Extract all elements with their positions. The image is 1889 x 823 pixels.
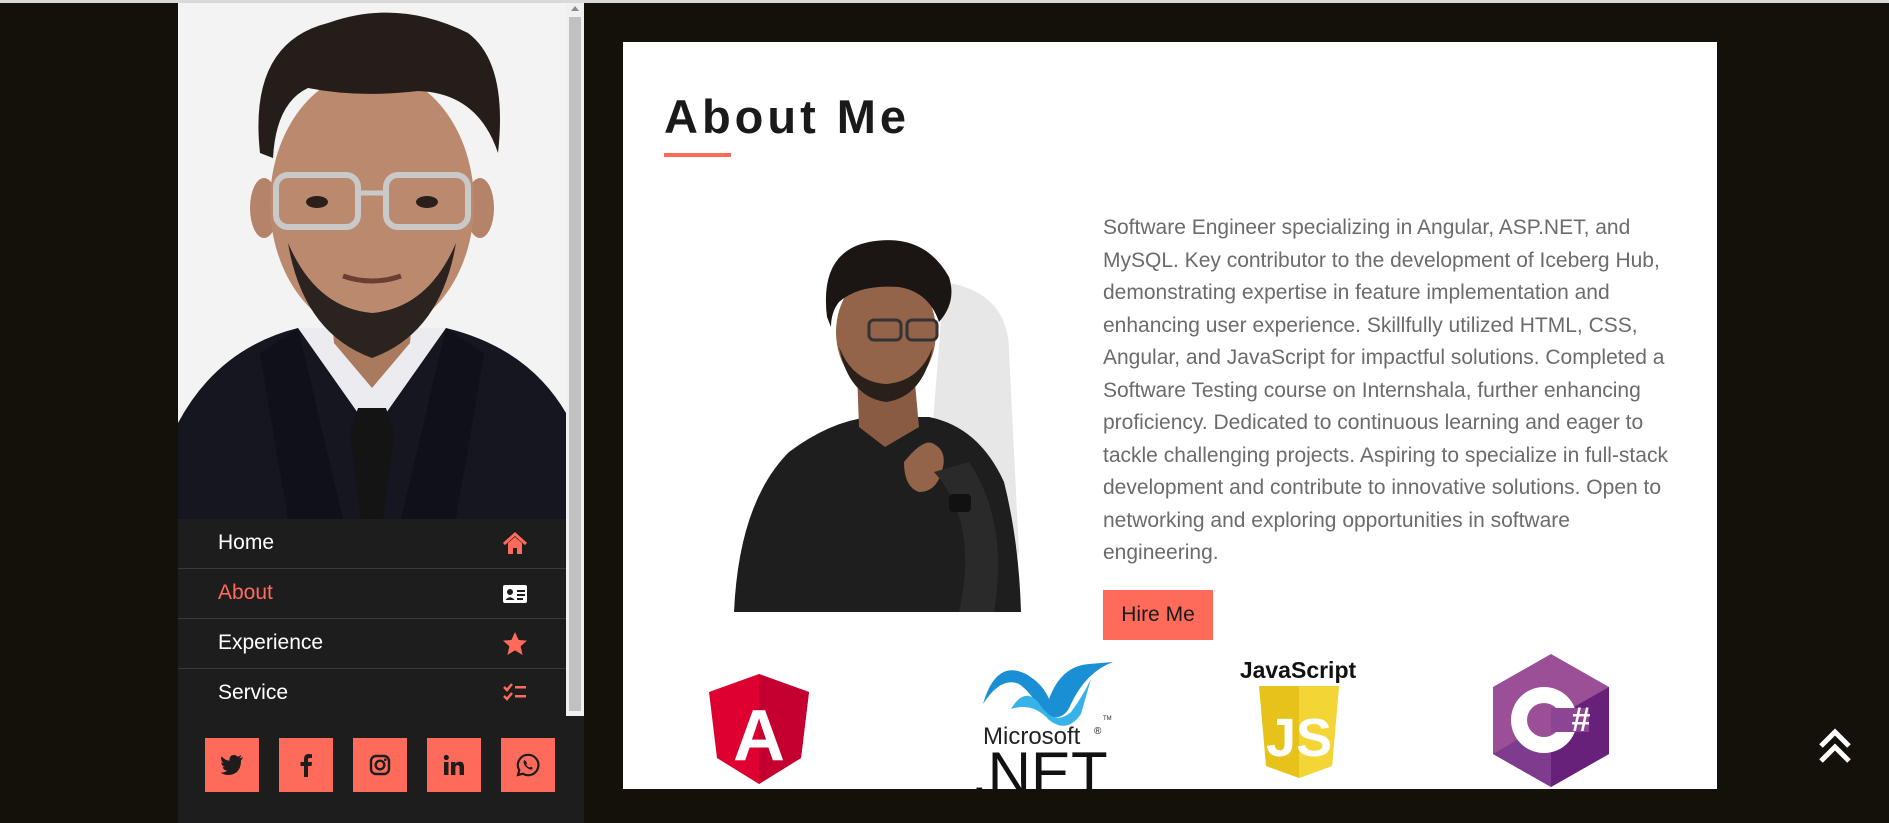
linkedin-button[interactable] <box>427 738 481 792</box>
csharp-icon: C # <box>1493 652 1609 787</box>
about-section: About Me Software Engineer specializing … <box>623 42 1717 789</box>
dotnet-icon: TM Microsoft ® .NET <box>971 662 1113 789</box>
nav-item-home[interactable]: Home <box>178 519 566 569</box>
csharp-hash: # <box>1572 701 1591 739</box>
about-title: About Me <box>664 90 911 143</box>
javascript-wordmark: JavaScript <box>1240 657 1357 683</box>
facebook-button[interactable] <box>279 738 333 792</box>
dotnet-tm: TM <box>1103 716 1112 722</box>
twitter-button[interactable] <box>205 738 259 792</box>
dotnet-name: .NET <box>971 740 1108 789</box>
dotnet-registered-mark: ® <box>1094 726 1102 737</box>
back-to-top-icon[interactable] <box>1818 727 1852 767</box>
instagram-button[interactable] <box>353 738 407 792</box>
linkedin-icon <box>443 754 464 775</box>
sidebar-scrollbar[interactable] <box>566 3 584 716</box>
id-card-icon <box>503 585 527 603</box>
profile-photo <box>178 3 566 519</box>
hire-me-button[interactable]: Hire Me <box>1103 590 1213 640</box>
tasks-icon <box>503 683 526 701</box>
social-links <box>178 716 584 823</box>
nav-label-about: About <box>218 581 273 604</box>
facebook-icon <box>300 754 312 777</box>
nav-item-service[interactable]: Service <box>178 669 566 716</box>
title-underline <box>664 153 731 157</box>
sidebar: Home About Experience Service <box>178 3 584 823</box>
scroll-up-arrow-icon[interactable] <box>571 6 579 11</box>
star-icon <box>503 632 527 655</box>
home-icon <box>502 531 528 554</box>
about-bio: Software Engineer specializing in Angula… <box>1103 216 1668 564</box>
nav-label-experience: Experience <box>218 631 324 654</box>
twitter-icon <box>220 754 243 775</box>
instagram-icon <box>369 754 391 776</box>
csharp-letter: C <box>1544 652 1545 653</box>
angular-icon: A <box>709 674 809 784</box>
whatsapp-button[interactable] <box>501 738 555 792</box>
scrollbar-thumb[interactable] <box>569 17 581 711</box>
about-photo <box>709 222 1079 612</box>
nav-label-service: Service <box>218 681 289 704</box>
sidebar-scroll-area: Home About Experience Service <box>178 3 566 716</box>
nav-label-home: Home <box>218 531 275 554</box>
javascript-letters: JS <box>1266 708 1332 768</box>
sidebar-nav: Home About Experience Service <box>178 519 566 716</box>
nav-item-experience[interactable]: Experience <box>178 619 566 669</box>
javascript-icon: JavaScript JS <box>1240 657 1357 778</box>
angular-letter: A <box>733 696 785 776</box>
nav-item-about[interactable]: About <box>178 569 566 619</box>
whatsapp-icon <box>516 753 540 777</box>
